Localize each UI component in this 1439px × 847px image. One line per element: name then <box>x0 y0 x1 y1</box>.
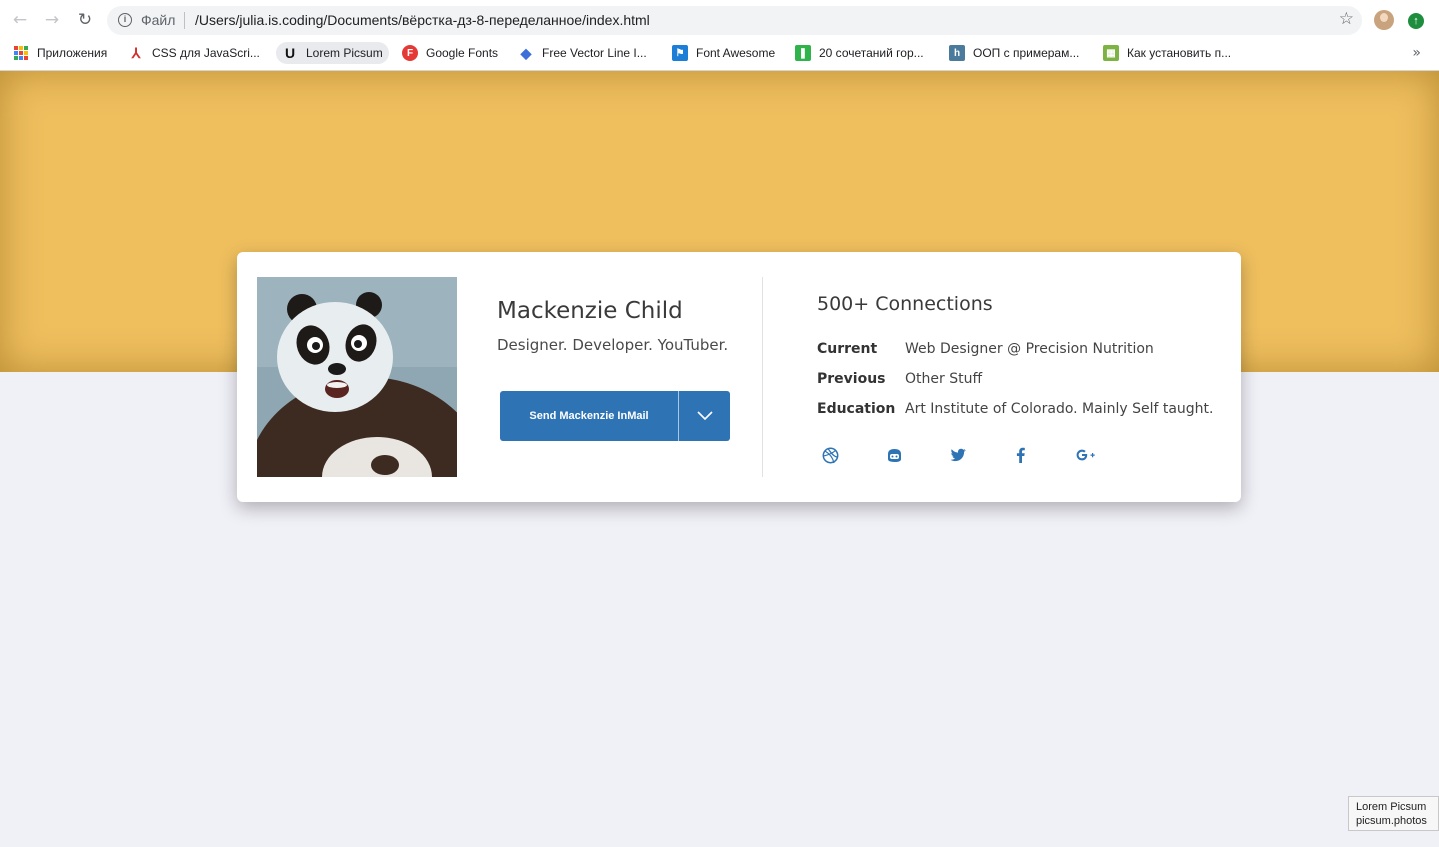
more-bookmarks-button[interactable]: » <box>1412 45 1421 61</box>
green-grid-icon: ▦ <box>1103 45 1119 61</box>
profile-photo <box>257 277 457 477</box>
address-bar[interactable]: i Файл /Users/julia.is.coding/Documents/… <box>107 6 1362 35</box>
page: Mackenzie Child Designer. Developer. You… <box>0 71 1439 847</box>
facebook-icon[interactable] <box>1010 445 1030 465</box>
profile-card: Mackenzie Child Designer. Developer. You… <box>237 252 1241 502</box>
bookmark-oop[interactable]: h ООП с примерам... <box>949 42 1079 64</box>
bookmark-label: 20 сочетаний гор... <box>819 46 924 60</box>
diamond-icon: ◆ <box>520 44 532 61</box>
bookmark-apps[interactable]: Приложения <box>14 42 107 64</box>
bookmark-google-fonts[interactable]: F Google Fonts <box>402 42 498 64</box>
tooltip-title: Lorem Picsum <box>1356 801 1427 813</box>
panda-image <box>257 277 457 477</box>
bookmark-label: ООП с примерам... <box>973 46 1080 60</box>
reload-button[interactable]: ↻ <box>74 9 96 31</box>
scheme-label: Файл <box>141 12 176 28</box>
card-divider <box>762 277 763 477</box>
bookmark-css-javascript[interactable]: ⅄ CSS для JavaScri... <box>128 42 260 64</box>
twitter-icon[interactable] <box>948 445 968 465</box>
send-inmail-label[interactable]: Send Mackenzie InMail <box>500 391 679 441</box>
dribbble-icon[interactable] <box>820 445 840 465</box>
bookmark-lorem-picsum[interactable]: U Lorem Picsum <box>276 42 389 64</box>
google-fonts-icon: F <box>402 45 418 61</box>
bookmark-label: Приложения <box>37 46 108 60</box>
bookmark-star-icon[interactable]: ☆ <box>1339 9 1354 29</box>
send-inmail-button[interactable]: Send Mackenzie InMail <box>500 391 730 441</box>
bookmark-label: CSS для JavaScri... <box>152 46 260 60</box>
inmail-dropdown-toggle[interactable] <box>679 391 730 441</box>
github-icon[interactable] <box>884 445 904 465</box>
flag-icon: ⚑ <box>672 45 688 61</box>
profile-avatar[interactable] <box>1374 10 1394 30</box>
info-value: Art Institute of Colorado. Mainly Self t… <box>905 401 1214 417</box>
info-value: Other Stuff <box>905 371 983 387</box>
update-icon[interactable]: ↑ <box>1408 13 1424 29</box>
info-icon[interactable]: i <box>118 13 132 27</box>
forward-button[interactable]: → <box>41 9 63 31</box>
tooltip-url: picsum.photos <box>1356 815 1427 827</box>
unsplash-icon: U <box>284 45 296 61</box>
css-icon: ⅄ <box>131 44 141 61</box>
link-tooltip: Lorem Picsum picsum.photos <box>1348 796 1439 831</box>
bookmark-label: Lorem Picsum <box>306 46 383 60</box>
back-button[interactable]: ← <box>9 9 31 31</box>
green-bookmark-icon: ❚ <box>795 45 811 61</box>
info-key: Education <box>817 401 896 417</box>
h-icon: h <box>949 45 965 61</box>
connections-count: 500+ Connections <box>817 293 993 315</box>
google-plus-icon[interactable] <box>1074 445 1100 465</box>
info-value: Web Designer @ Precision Nutrition <box>905 341 1154 357</box>
bookmarks-bar: Приложения ⅄ CSS для JavaScri... U Lorem… <box>0 40 1439 66</box>
bookmark-font-awesome[interactable]: ⚑ Font Awesome <box>672 42 775 64</box>
browser-chrome: ← → ↻ i Файл /Users/julia.is.coding/Docu… <box>0 0 1439 71</box>
bookmark-color-combos[interactable]: ❚ 20 сочетаний гор... <box>795 42 924 64</box>
bookmark-label: Free Vector Line I... <box>542 46 647 60</box>
apps-grid-icon <box>14 46 28 60</box>
bookmark-label: Font Awesome <box>696 46 776 60</box>
info-key: Previous <box>817 371 886 387</box>
url-text[interactable]: /Users/julia.is.coding/Documents/вёрстка… <box>195 12 650 28</box>
bookmark-label: Google Fonts <box>426 46 499 60</box>
chevron-down-icon <box>696 411 713 421</box>
omnibox-separator <box>184 12 185 29</box>
profile-name: Mackenzie Child <box>497 298 683 324</box>
browser-toolbar: ← → ↻ i Файл /Users/julia.is.coding/Docu… <box>0 0 1439 40</box>
profile-tagline: Designer. Developer. YouTuber. <box>497 336 729 354</box>
info-key: Current <box>817 341 878 357</box>
bookmark-how-to-install[interactable]: ▦ Как установить п... <box>1103 42 1231 64</box>
bookmark-label: Как установить п... <box>1127 46 1232 60</box>
bookmark-free-vector[interactable]: ◆ Free Vector Line I... <box>518 42 647 64</box>
